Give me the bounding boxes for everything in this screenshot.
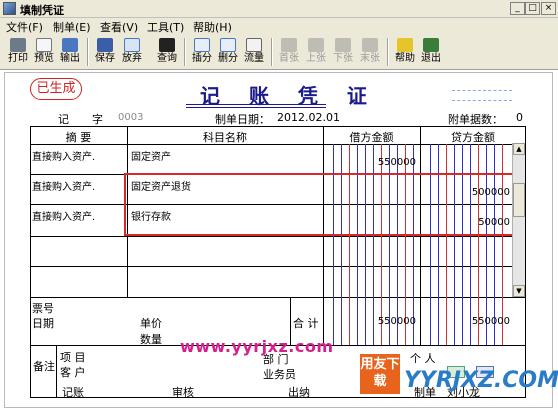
save-button[interactable]: 保存	[93, 35, 117, 68]
menu-view[interactable]: 查看(V)	[100, 19, 138, 35]
scroll-up-icon[interactable]: ▲	[513, 143, 525, 155]
printer-icon	[10, 38, 26, 52]
flow-icon	[246, 38, 262, 52]
grid-line	[30, 236, 513, 237]
help-icon	[397, 38, 413, 52]
project-label: 项 目	[60, 351, 86, 364]
vertical-scrollbar[interactable]: ▲ ▼	[512, 143, 525, 297]
scroll-thumb[interactable]	[513, 183, 525, 217]
toolbar-separator	[271, 38, 273, 66]
close-button[interactable]: ×	[541, 2, 556, 15]
exit-icon	[423, 38, 439, 52]
grid-line	[30, 266, 513, 267]
save-icon	[97, 38, 113, 52]
exit-button[interactable]: 退出	[419, 35, 443, 68]
menu-make[interactable]: 制单(E)	[53, 19, 91, 35]
next-icon	[335, 38, 351, 52]
delete-row-icon	[220, 38, 236, 52]
app-icon	[3, 2, 16, 15]
date-label: 制单日期：	[215, 113, 270, 126]
voucher-number[interactable]: 0003	[118, 112, 143, 123]
preview-button[interactable]: 预览	[32, 35, 56, 68]
bill-no-label: 票号	[32, 302, 54, 315]
attachment-label: 附单据数：	[448, 113, 503, 126]
total-label: 合 计	[293, 317, 319, 330]
discard-button[interactable]: 放弃	[120, 35, 144, 68]
query-button[interactable]: 查询	[155, 35, 179, 68]
menu-file[interactable]: 文件(F)	[6, 19, 43, 35]
insert-icon	[194, 38, 210, 52]
total-credit: 550000	[471, 316, 510, 327]
unit-price-label: 单价	[140, 317, 162, 330]
voucher-word-label: 字	[92, 113, 103, 126]
watermark-url: www.yyrjxz.com	[180, 337, 334, 356]
logo-text: YYRJXZ.COM	[404, 368, 558, 393]
title-underline	[186, 107, 326, 108]
toolbar-separator	[387, 38, 389, 66]
export-button[interactable]: 输出	[58, 35, 82, 68]
prev-icon	[308, 38, 324, 52]
binoculars-icon	[159, 38, 175, 52]
delete-row-button[interactable]: 删分	[216, 35, 240, 68]
customer-label: 客 户	[60, 366, 86, 379]
toolbar-separator	[87, 38, 89, 66]
first-voucher-button[interactable]: 首张	[277, 35, 301, 68]
cashier-label: 出纳	[288, 386, 310, 399]
help-button[interactable]: 帮助	[393, 35, 417, 68]
date-value[interactable]: 2012.02.01	[277, 111, 340, 124]
row-summary[interactable]: 直接购入资产.	[32, 178, 95, 193]
window-title: 填制凭证	[20, 4, 64, 17]
column-header-credit: 贷方金额	[451, 131, 495, 144]
row-debit[interactable]: 550000	[340, 157, 416, 168]
last-voucher-button[interactable]: 末张	[358, 35, 382, 68]
scroll-down-icon[interactable]: ▼	[513, 285, 525, 297]
first-icon	[281, 38, 297, 52]
maximize-button[interactable]: □	[525, 2, 540, 15]
cash-flow-button[interactable]: 流量	[242, 35, 266, 68]
voucher-type[interactable]: 记	[58, 111, 69, 127]
highlight-box	[124, 173, 515, 236]
undo-icon	[124, 38, 140, 52]
dashed-field	[452, 90, 512, 91]
dashed-field	[452, 100, 512, 101]
date2-label: 日期	[32, 317, 54, 330]
insert-row-button[interactable]: 插分	[190, 35, 214, 68]
menu-bar: 文件(F) 制单(E) 查看(V) 工具(T) 帮助(H)	[0, 18, 558, 34]
posting-label: 记账	[62, 386, 84, 399]
attachment-count[interactable]: 0	[516, 111, 523, 124]
review-label: 审核	[172, 386, 194, 399]
export-icon	[62, 38, 78, 52]
logo-badge: 用友下载	[360, 354, 400, 394]
menu-tools[interactable]: 工具(T)	[147, 19, 184, 35]
title-bar: 填制凭证 _ □ ×	[0, 0, 558, 18]
status-badge: 已生成	[30, 78, 82, 100]
salesman-label: 业务员	[263, 368, 296, 381]
column-header-debit: 借方金额	[349, 131, 394, 144]
grid-line	[30, 297, 526, 298]
total-debit: 550000	[377, 316, 416, 327]
last-icon	[362, 38, 378, 52]
minimize-button[interactable]: _	[510, 2, 525, 15]
print-button[interactable]: 打印	[6, 35, 30, 68]
prev-voucher-button[interactable]: 上张	[304, 35, 328, 68]
grid-line	[56, 345, 57, 398]
toolbar: 打印 预览 输出 保存 放弃 查询 插分 删分 流量 首张 上张 下张 末张 帮…	[0, 34, 558, 70]
menu-help[interactable]: 帮助(H)	[193, 19, 232, 35]
remark-label: 备注	[33, 360, 55, 373]
column-header-summary: 摘 要	[65, 131, 92, 144]
column-header-account: 科目名称	[203, 131, 247, 144]
row-summary[interactable]: 直接购入资产.	[32, 148, 95, 163]
row-account[interactable]: 固定资产	[131, 148, 171, 163]
personal-label: 个 人	[410, 352, 436, 365]
row-summary[interactable]: 直接购入资产.	[32, 208, 95, 223]
next-voucher-button[interactable]: 下张	[331, 35, 355, 68]
toolbar-separator	[184, 38, 186, 66]
title-underline	[186, 104, 326, 105]
preview-icon	[36, 38, 52, 52]
quantity-label: 数量	[140, 333, 162, 346]
